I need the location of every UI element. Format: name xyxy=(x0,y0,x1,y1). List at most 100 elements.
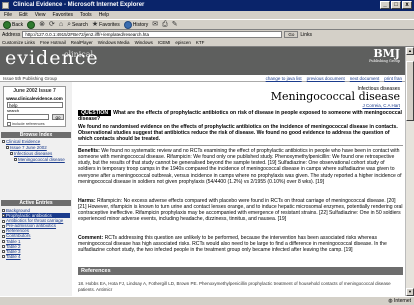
forward-button[interactable] xyxy=(27,20,36,29)
document-icon xyxy=(14,158,17,162)
folder-icon xyxy=(6,146,9,150)
search-go-button[interactable]: go xyxy=(52,114,64,120)
minimize-button[interactable]: _ xyxy=(380,1,390,9)
menu-help[interactable]: Help xyxy=(99,11,109,19)
folder-icon xyxy=(2,140,5,144)
mail-button[interactable]: ✉ xyxy=(152,20,158,29)
page-icon xyxy=(2,244,5,248)
page-icon xyxy=(2,234,5,238)
site-url[interactable]: www.clinicalevidence.com xyxy=(4,96,65,101)
browser-window: Clinical Evidence - Microsoft Internet E… xyxy=(0,0,414,305)
page-icon xyxy=(2,250,5,254)
issue-box: June 2002 Issue 7 www.clinicalevidence.c… xyxy=(3,86,66,127)
maximize-button[interactable]: □ xyxy=(391,1,401,9)
question: QUESTION What are the effects of prophyla… xyxy=(78,110,403,122)
menu-edit[interactable]: Edit xyxy=(19,11,28,19)
folder-icon xyxy=(10,152,13,156)
next-document-link[interactable]: next document xyxy=(350,75,380,82)
article: Infectious diseases Meningococcal diseas… xyxy=(78,82,403,296)
page-icon xyxy=(2,209,5,213)
publisher-logo[interactable]: BMJ Publishing Group xyxy=(369,48,400,63)
link-ktf[interactable]: KTF xyxy=(196,40,205,45)
go-button[interactable]: Go xyxy=(284,31,299,38)
scroll-up-icon[interactable]: ▲ xyxy=(406,47,414,55)
print-button[interactable]: ⎙ xyxy=(162,20,168,29)
comment-section: Comment: RCTs addressing this question a… xyxy=(78,235,387,254)
mail-icon: ✉ xyxy=(152,20,159,28)
home-icon: ⌂ xyxy=(58,20,64,28)
link-windows-media[interactable]: Windows Media xyxy=(98,40,130,45)
article-authors[interactable]: J Correia, C A Hart xyxy=(362,103,400,108)
refresh-button[interactable]: ⟳ xyxy=(49,20,55,29)
page-icon xyxy=(2,219,5,223)
security-zone: ◍ Internet xyxy=(388,298,411,304)
status-bar: ◍ Internet xyxy=(0,296,414,305)
previous-document-link[interactable]: previous document xyxy=(307,75,345,82)
checkbox[interactable] xyxy=(7,121,11,126)
address-input[interactable]: http://127.0.0.1:4915/2FBe72/jen2.ilff/+… xyxy=(22,31,283,38)
search-label: search xyxy=(7,108,20,113)
scroll-down-icon[interactable]: ▼ xyxy=(406,288,414,296)
history-button[interactable]: History xyxy=(123,20,148,29)
references-heading: References xyxy=(78,267,403,275)
edit-button[interactable]: ✎ xyxy=(172,20,178,29)
active-heading: Active Entries xyxy=(1,200,71,206)
page-title: Meningococcal disease xyxy=(270,90,400,103)
link-icemi[interactable]: ICEMI xyxy=(158,40,171,45)
sidebar: June 2002 Issue 7 www.clinicalevidence.c… xyxy=(0,82,72,296)
stop-button[interactable]: ⊗ xyxy=(39,20,45,29)
page-viewport: clinical evidence BMJ Publishing Group I… xyxy=(0,47,405,296)
java-list-link[interactable]: change to java list xyxy=(266,75,302,82)
favorites-button[interactable]: ★ Favorites xyxy=(92,20,120,29)
search-icon: ⌕ xyxy=(67,20,72,28)
link-realplayer[interactable]: RealPlayer xyxy=(71,40,93,45)
close-button[interactable]: x xyxy=(402,1,412,9)
page-icon xyxy=(2,224,5,228)
forward-arrow-icon xyxy=(27,20,36,29)
benefits-section: Benefits: We found no systematic review … xyxy=(78,148,402,185)
issue-text: Issue 5th Publishing Group xyxy=(3,76,58,81)
reference-item[interactable]: 18. Hobbs EA, Hota FJ, Lindsay A, Fother… xyxy=(78,281,403,293)
page-icon xyxy=(2,255,5,259)
links-label: Links xyxy=(300,31,313,38)
refresh-icon: ⟳ xyxy=(49,20,55,28)
site-header: clinical evidence BMJ Publishing Group xyxy=(0,47,405,75)
link-customize[interactable]: Customize Links xyxy=(2,40,35,45)
include-references-option[interactable]: include references xyxy=(7,121,45,126)
page-icon xyxy=(2,229,5,233)
link-episcen[interactable]: episcen xyxy=(175,40,191,45)
window-title: Clinical Evidence - Microsoft Internet E… xyxy=(13,2,145,8)
back-button[interactable]: Back xyxy=(3,20,23,29)
link-windows[interactable]: Windows xyxy=(135,40,153,45)
links-bar: Customize Links Free Hotmail RealPlayer … xyxy=(0,39,414,47)
menu-file[interactable]: File xyxy=(4,11,12,19)
menu-view[interactable]: View xyxy=(35,11,46,19)
section-list: Background Prophylactic antibiotics Anti… xyxy=(2,208,70,259)
divider xyxy=(78,145,403,146)
home-button[interactable]: ⌂ xyxy=(59,20,63,29)
back-arrow-icon xyxy=(3,20,11,29)
search-button[interactable]: ⌕ Search xyxy=(67,20,88,29)
globe-icon: ◍ xyxy=(388,298,393,304)
search-input[interactable] xyxy=(7,114,49,120)
menu-tools[interactable]: Tools xyxy=(80,11,92,19)
answer-summary: We found no randomised evidence on the e… xyxy=(78,124,398,143)
question-text: What are the effects of prophylactic ant… xyxy=(78,110,402,122)
scroll-thumb[interactable] xyxy=(406,61,414,121)
site-logo[interactable]: evidence xyxy=(5,49,99,68)
printer-icon: ⎙ xyxy=(162,20,168,28)
vertical-scrollbar[interactable]: ▲ ▼ xyxy=(405,47,414,296)
section-item[interactable]: Table 4 xyxy=(2,254,70,259)
harms-section: Harms: Rifampicin: No excess adverse eff… xyxy=(78,198,403,223)
print-link[interactable]: print fran xyxy=(384,75,402,82)
menu-favorites[interactable]: Favorites xyxy=(52,11,73,19)
tree-meningococcal-disease[interactable]: Meningococcal disease xyxy=(14,157,65,163)
stop-icon: ⊗ xyxy=(39,20,45,28)
link-hotmail[interactable]: Free Hotmail xyxy=(40,40,66,45)
history-icon xyxy=(123,20,132,29)
star-icon: ★ xyxy=(91,20,99,28)
page-icon xyxy=(2,239,5,243)
title-bar: Clinical Evidence - Microsoft Internet E… xyxy=(0,0,414,11)
toolbar: Back ⊗ ⟳ ⌂ ⌕ Search ★ Favorites History ✉ … xyxy=(0,19,414,30)
address-bar: Address http://127.0.0.1:4915/2FBe72/jen… xyxy=(0,30,414,39)
